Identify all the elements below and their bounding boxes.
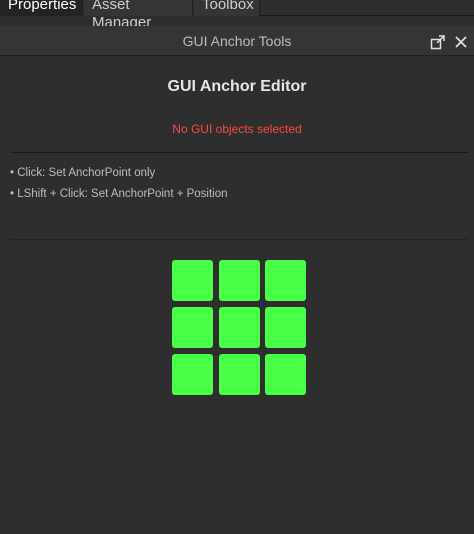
anchor-grid	[172, 260, 307, 395]
undock-icon[interactable]	[430, 34, 446, 50]
anchor-top-left-button[interactable]	[172, 260, 213, 301]
tab-toolbox[interactable]: Toolbox	[194, 0, 260, 16]
hint-shift-click: • LShift + Click: Set AnchorPoint + Posi…	[10, 188, 228, 200]
anchor-middle-left-button[interactable]	[172, 307, 213, 348]
anchor-bottom-left-button[interactable]	[172, 354, 213, 395]
anchor-bottom-center-button[interactable]	[219, 354, 260, 395]
status-message: No GUI objects selected	[172, 122, 302, 136]
panel-title-bar: GUI Anchor Tools	[0, 26, 474, 56]
dock-tab-bar: Properties Asset Manager Toolbox	[0, 0, 474, 31]
close-icon[interactable]	[453, 34, 469, 50]
anchor-editor-panel: GUI Anchor Editor No GUI objects selecte…	[0, 57, 474, 534]
hint-click: • Click: Set AnchorPoint only	[10, 167, 156, 179]
tab-asset-manager[interactable]: Asset Manager	[84, 0, 193, 31]
tab-properties[interactable]: Properties	[0, 0, 83, 16]
divider	[10, 239, 468, 240]
divider	[10, 152, 468, 153]
anchor-center-button[interactable]	[219, 307, 260, 348]
anchor-top-center-button[interactable]	[219, 260, 260, 301]
panel-title: GUI Anchor Tools	[182, 33, 292, 49]
anchor-middle-right-button[interactable]	[265, 307, 306, 348]
editor-title: GUI Anchor Editor	[167, 78, 307, 95]
anchor-top-right-button[interactable]	[265, 260, 306, 301]
anchor-bottom-right-button[interactable]	[265, 354, 306, 395]
